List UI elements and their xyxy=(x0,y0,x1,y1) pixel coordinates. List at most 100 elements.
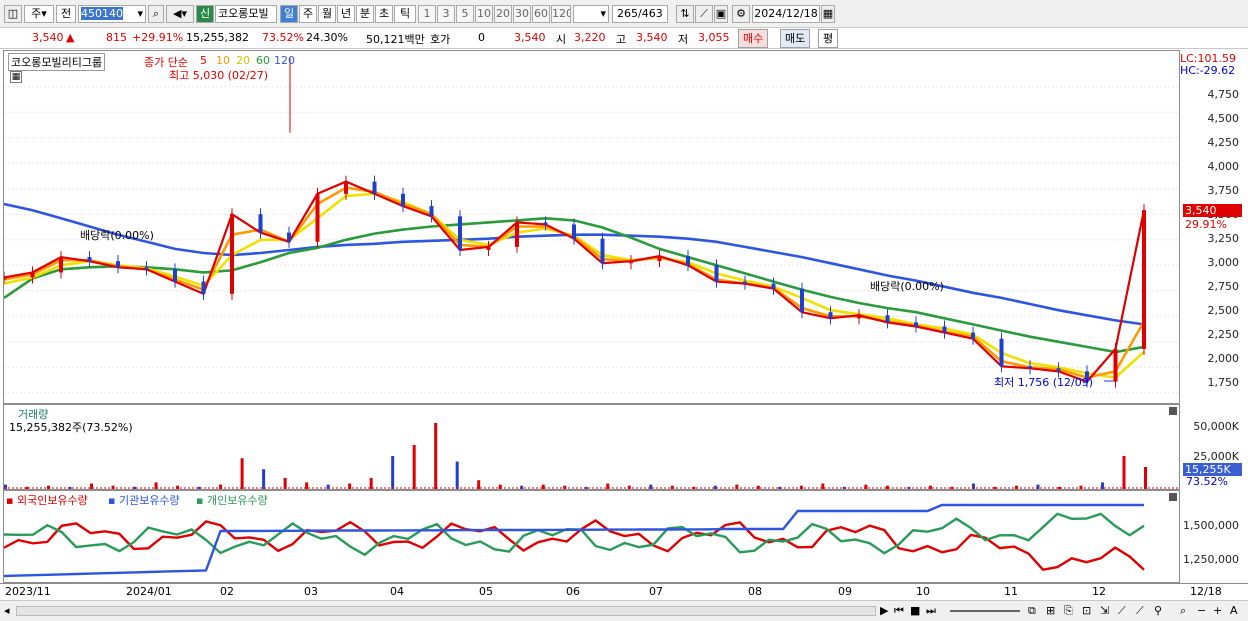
price-pct-tag: 29.91% xyxy=(1185,218,1227,231)
volume-pane[interactable]: 거래량 15,255,382주(73.52%) xyxy=(3,404,1180,490)
volume-bar xyxy=(1122,456,1126,489)
period-second[interactable]: 초 xyxy=(375,5,393,23)
candle-body xyxy=(344,181,348,194)
period-day[interactable]: 일 xyxy=(280,5,298,23)
price-chart[interactable] xyxy=(4,51,1179,403)
rewind-icon[interactable]: ⏮ xyxy=(894,604,904,618)
scrollbar[interactable] xyxy=(16,606,876,616)
chart-title[interactable]: 코오롱모빌리티그룹 xyxy=(8,53,106,71)
custom-interval-select[interactable]: ▾ xyxy=(573,5,609,23)
zoom-in-icon[interactable]: + xyxy=(1213,604,1222,617)
zoom-icon[interactable]: ⌕ xyxy=(1180,604,1186,618)
ma-60-label[interactable]: 60 xyxy=(256,54,270,67)
grid-toggle-icon[interactable]: ▦ xyxy=(10,71,22,83)
volume-bar xyxy=(176,485,180,489)
candle-body xyxy=(258,214,263,233)
period-week[interactable]: 주 xyxy=(299,5,317,23)
legend-foreign[interactable]: ▪ 외국인보유수량 xyxy=(6,492,88,508)
holdings-pane[interactable]: ▪ 외국인보유수량 ▪ 기관보유수량 ▪ 개인보유수량 xyxy=(3,490,1180,583)
volume-bar xyxy=(47,485,51,489)
trend-alt-icon[interactable]: ⟋ xyxy=(1136,604,1144,618)
x-label: 08 xyxy=(748,585,762,598)
candle-body xyxy=(657,256,662,262)
layout-icon[interactable]: ◫ xyxy=(4,5,22,23)
interval-120[interactable]: 120 xyxy=(551,5,571,23)
period-minute[interactable]: 분 xyxy=(356,5,374,23)
count-total: /463 xyxy=(638,7,663,20)
play-icon[interactable]: ▶ xyxy=(880,604,888,617)
legend-individual[interactable]: ▪ 개인보유수량 xyxy=(196,492,268,508)
prev-button[interactable]: 전 xyxy=(56,5,76,23)
ma-5-label[interactable]: 5 xyxy=(200,54,207,67)
legend-foreign-label: 외국인보유수량 xyxy=(16,494,88,507)
x-label: 07 xyxy=(649,585,663,598)
price-pane[interactable]: 코오롱모빌리티그룹 종가 단순 5 10 20 60 120 최고 5,030 … xyxy=(3,50,1180,404)
ma-120-label[interactable]: 120 xyxy=(274,54,295,67)
stock-name-field[interactable]: 코오롱모빌 xyxy=(215,5,277,23)
avg-button[interactable]: 평 xyxy=(818,29,839,48)
candle-body xyxy=(429,206,434,217)
ma-10-label[interactable]: 10 xyxy=(216,54,230,67)
low-price: 3,055 xyxy=(698,31,730,44)
trend-icon[interactable]: ⟋ xyxy=(1118,604,1126,618)
interval-10[interactable]: 10 xyxy=(475,5,493,23)
draw-icon[interactable]: ⟋ xyxy=(695,5,713,23)
quote-bar: 3,540 ▲ 815 +29.91% 15,255,382 73.52% 24… xyxy=(0,29,1248,49)
link-icon[interactable]: ⚲ xyxy=(1154,604,1162,617)
buy-button[interactable]: 매수 xyxy=(738,29,769,48)
volume-bar xyxy=(627,485,631,489)
speaker-icon[interactable]: ◀▾ xyxy=(166,5,194,23)
period-tick[interactable]: 틱 xyxy=(394,5,416,23)
interval-30[interactable]: 30 xyxy=(513,5,531,23)
x-label: 05 xyxy=(479,585,493,598)
interval-20[interactable]: 20 xyxy=(494,5,512,23)
volume-chart[interactable] xyxy=(4,405,1179,489)
search-icon[interactable]: ⌕ xyxy=(148,5,164,23)
window-icon[interactable]: ⧉ xyxy=(1028,604,1036,618)
period-month[interactable]: 월 xyxy=(318,5,336,23)
interval-5[interactable]: 5 xyxy=(456,5,474,23)
ma-20-label[interactable]: 20 xyxy=(236,54,250,67)
change-pct: +29.91% xyxy=(132,31,184,44)
period-year[interactable]: 년 xyxy=(337,5,355,23)
interval-1[interactable]: 1 xyxy=(418,5,436,23)
holdings-chart[interactable] xyxy=(4,491,1179,582)
settings-icon[interactable]: ⚙ xyxy=(732,5,750,23)
volume-bar xyxy=(756,485,760,489)
price-tick: 2,500 xyxy=(1207,304,1240,317)
count-input[interactable]: 265/463 xyxy=(612,5,668,23)
price-tick: 2,750 xyxy=(1207,280,1240,293)
pane-close-icon[interactable] xyxy=(1169,493,1177,501)
open-price: 3,220 xyxy=(574,31,606,44)
interval-3[interactable]: 3 xyxy=(437,5,455,23)
interval-60[interactable]: 60 xyxy=(532,5,550,23)
x-end-label: 12/18 xyxy=(1190,585,1222,598)
date-input[interactable]: 2024/12/18 xyxy=(752,5,820,23)
legend-institution[interactable]: ▪ 기관보유수량 xyxy=(108,492,180,508)
zoom-slider[interactable] xyxy=(950,610,1020,612)
calendar-icon[interactable]: ▦ xyxy=(821,5,835,23)
scroll-left-icon[interactable]: ◂ xyxy=(4,604,10,617)
export-icon[interactable]: ⇲ xyxy=(1100,604,1109,617)
grid-icon[interactable]: ⊡ xyxy=(1082,604,1091,617)
price-tick: 2,000 xyxy=(1207,352,1240,365)
zoom-out-icon[interactable]: − xyxy=(1197,604,1206,617)
pane-close-icon[interactable] xyxy=(1169,407,1177,415)
font-icon[interactable]: A xyxy=(1230,604,1238,617)
compare-icon[interactable]: ⇅ xyxy=(676,5,694,23)
layout-icon[interactable]: ⊞ xyxy=(1046,604,1055,617)
stock-code-input[interactable]: 450140 ▾ xyxy=(78,5,146,23)
candle-body xyxy=(287,232,291,242)
save-icon[interactable]: ▣ xyxy=(714,5,728,23)
candle-body xyxy=(144,267,149,270)
price-tick: 3,000 xyxy=(1207,256,1240,269)
copy-icon[interactable]: ⎘ xyxy=(1064,604,1073,618)
volume-bar xyxy=(434,423,438,489)
stop-icon[interactable]: ■ xyxy=(910,604,920,617)
type-select[interactable]: 주▾ xyxy=(24,5,54,23)
volume-ratio: 73.52% xyxy=(262,31,304,44)
sell-button[interactable]: 매도 xyxy=(780,29,811,48)
fast-forward-icon[interactable]: ⏭ xyxy=(926,604,936,618)
candle-body xyxy=(771,283,776,289)
low-label: 저 xyxy=(678,33,689,46)
